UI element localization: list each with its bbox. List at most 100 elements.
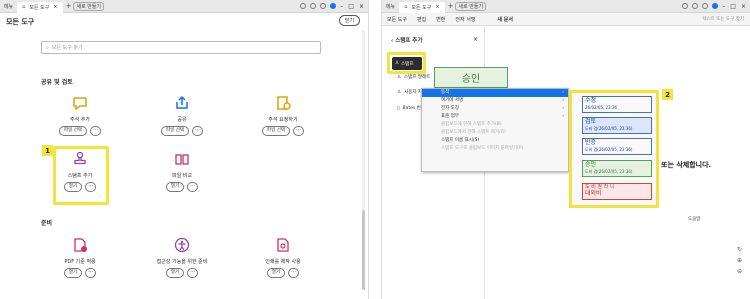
ctx-item-sign-here[interactable]: 여기에 서명 › (422, 97, 568, 105)
bell-icon[interactable] (692, 3, 699, 9)
more-button[interactable]: ··· (187, 182, 199, 192)
more-button[interactable]: ··· (187, 268, 199, 278)
menu-item-all-tools[interactable]: 모든 도구 (382, 16, 412, 23)
more-button[interactable]: ··· (85, 268, 97, 278)
tool-name: 주석 추가 (70, 117, 90, 123)
tab-bar: 메뉴 ⌂ 모든 도구 × + 새로 만들기 – □ × (382, 0, 750, 13)
apps-icon[interactable] (320, 3, 327, 9)
tool-request-comments[interactable]: 주석 요청하기 파일 선택 ··· (243, 94, 323, 136)
menu-item-edit[interactable]: 편집 (412, 16, 431, 23)
help-icon[interactable] (300, 3, 307, 9)
minimize-icon[interactable]: – (340, 3, 343, 10)
window-close-icon[interactable]: × (359, 3, 364, 10)
menu-button[interactable]: 메뉴 (382, 0, 399, 13)
open-button[interactable]: 열기 (165, 268, 185, 278)
maximize-icon[interactable]: □ (348, 3, 354, 10)
open-button[interactable]: 열기 (266, 268, 286, 278)
more-button[interactable]: ··· (90, 126, 101, 136)
close-icon[interactable]: × (473, 36, 478, 43)
ctx-item-standard-business[interactable]: 표준 업무 › (422, 113, 568, 121)
menu-item-esign[interactable]: 전자 서명 (450, 16, 480, 23)
zoom-out-icon[interactable]: ⊖ (737, 268, 746, 275)
avatar[interactable] (330, 3, 337, 9)
section-heading-share-review: 공유 및 검토 (41, 79, 73, 86)
panel-item-palette[interactable]: ♙ 스탬프 팔레트 (397, 74, 431, 81)
menu-label: 메뉴 (386, 3, 396, 10)
right-toolbar: ↻ ⊕ ⊖ (737, 246, 746, 275)
hint-text: 또는 삭제합니다. (661, 161, 712, 169)
chevron-right-icon: › (562, 90, 564, 95)
tab-all-tools[interactable]: ⌂ 모든 도구 × (399, 1, 445, 13)
ctx-label: 동적 (441, 90, 450, 95)
scrollbar[interactable] (362, 30, 365, 290)
tool-name: 주석 요청하기 (268, 117, 298, 123)
ctx-item-dynamic[interactable]: 동적 › (422, 89, 568, 97)
avatar[interactable] (712, 3, 719, 9)
document-icon: ▯ (397, 105, 400, 111)
tool-accessibility[interactable]: 접근성 기능을 위한 준비 열기 ··· (142, 236, 222, 278)
refresh-icon[interactable]: ↻ (737, 246, 746, 253)
ctx-label: 스탬프 이름 표시(S) (441, 138, 480, 143)
pdf-standard-icon (71, 236, 89, 254)
menu-label: 메뉴 (4, 3, 14, 10)
toolbar-icons (300, 3, 340, 9)
ctx-label: 클립보드에 한해 스탬프 추가(B) (441, 122, 502, 127)
page-title: 모든 도구 (6, 18, 35, 26)
apps-icon[interactable] (702, 3, 709, 9)
callout-number-2: 2 (662, 89, 673, 100)
close-icon[interactable]: × (53, 4, 57, 10)
section-heading-prepare: 준비 (41, 220, 53, 227)
ctx-item-e-seal[interactable]: 전자 도장 › (422, 105, 568, 113)
request-comment-icon (274, 94, 292, 112)
tool-pdf-standard[interactable]: PDF 기준 적용 열기 ··· (40, 236, 120, 278)
more-button[interactable]: ··· (192, 126, 203, 136)
toolbar-icons (682, 3, 722, 9)
new-tab-label: 새로 만들기 (455, 1, 487, 11)
panel-item-label: 스탬프 팔레트 (404, 75, 431, 80)
select-file-button[interactable]: 파일 선택 (262, 126, 290, 136)
maximize-icon[interactable]: □ (730, 3, 736, 10)
print-production-icon (274, 236, 292, 254)
highlight-box-2 (569, 90, 659, 208)
search-input[interactable]: ⌕ 모든 도구 찾기 (41, 41, 321, 54)
tab-all-tools[interactable]: ⌂ 모든 도구 × (17, 1, 63, 13)
open-button[interactable]: 열기 (63, 268, 83, 278)
tool-name: 접근성 기능을 위한 준비 (156, 259, 208, 265)
tool-share[interactable]: 공유 파일 선택 ··· (142, 94, 222, 136)
close-button[interactable]: 닫기 (339, 15, 360, 26)
more-button[interactable]: ··· (288, 268, 300, 278)
select-file-button[interactable]: 파일 선택 (161, 126, 189, 136)
ctx-item-remove-favorite: 클립보드에서 한해 스탬프 제거(R) (422, 129, 568, 137)
new-tab-button[interactable]: + 새로 만들기 (445, 0, 489, 13)
accessibility-icon (173, 236, 191, 254)
callout-number-1: 1 (42, 145, 53, 156)
divider (369, 0, 381, 299)
search-input[interactable]: 텍스트 또는 도구 찾기 (702, 16, 744, 22)
ctx-item-show-names[interactable]: 스탬프 이름 표시(S) (422, 137, 568, 145)
help-icon[interactable] (682, 3, 689, 9)
ctx-label: 전자 도장 (441, 106, 459, 111)
tool-compare-files[interactable]: 파일 비교 열기 ··· (142, 150, 222, 192)
select-file-button[interactable]: 파일 선택 (59, 126, 87, 136)
open-button[interactable]: 열기 (165, 182, 185, 192)
tool-print-production[interactable]: 인쇄를 제작 사용 열기 ··· (243, 236, 323, 278)
chevron-right-icon: › (562, 98, 564, 103)
menu-button[interactable]: 메뉴 (0, 0, 17, 13)
scrollbar-thumb[interactable] (362, 210, 365, 290)
tool-add-comment[interactable]: 주석 추가 파일 선택 ··· (40, 94, 120, 136)
minimize-icon[interactable]: – (722, 3, 725, 10)
menu-item-convert[interactable]: 변환 (431, 16, 450, 23)
home-icon: ⌂ (404, 4, 408, 10)
zoom-in-icon[interactable]: ⊕ (737, 257, 746, 264)
ctx-label: 표준 업무 (441, 114, 459, 119)
bell-icon[interactable] (310, 3, 317, 9)
new-tab-button[interactable]: + 새로 만들기 (63, 0, 107, 13)
ctx-item-add-favorite: 클립보드에 한해 스탬프 추가(B) (422, 121, 568, 129)
highlight-box-stamp (387, 52, 426, 74)
tab-label: 모든 도구 (29, 4, 50, 11)
tool-name: PDF 기준 적용 (64, 259, 96, 265)
ctx-item-paste-clipboard: 스탬프 도구로 클립보드 이미지 붙여넣기(P) (422, 145, 568, 153)
more-button[interactable]: ··· (293, 126, 304, 136)
close-icon[interactable]: × (435, 4, 439, 10)
window-close-icon[interactable]: × (741, 3, 746, 10)
